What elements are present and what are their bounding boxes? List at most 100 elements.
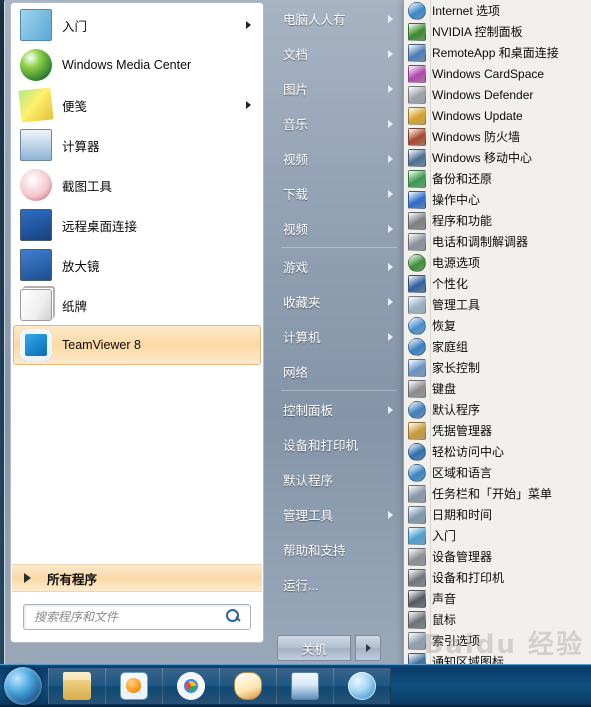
control-panel-item-label: NVIDIA 控制面板	[432, 25, 523, 39]
control-panel-item[interactable]: 轻松访问中心	[404, 441, 591, 462]
solitaire-icon	[20, 289, 52, 321]
control-panel-item[interactable]: 鼠标	[404, 609, 591, 630]
search-box[interactable]	[23, 604, 251, 630]
control-panel-item-label: 家庭组	[432, 340, 469, 354]
system-place-item[interactable]: 文档	[267, 36, 409, 71]
parental-controls-icon	[408, 358, 426, 377]
control-panel-item[interactable]: 默认程序	[404, 399, 591, 420]
control-panel-item-label: 电源选项	[432, 256, 481, 270]
control-panel-item[interactable]: 设备和打印机	[404, 567, 591, 588]
control-panel-item[interactable]: 凭据管理器	[404, 420, 591, 441]
control-panel-item-label: 入门	[432, 529, 457, 543]
system-place-item[interactable]: 游戏	[267, 249, 409, 284]
control-panel-item[interactable]: 设备管理器	[404, 546, 591, 567]
taskbar-startmenu-icon	[408, 484, 426, 503]
control-panel-item[interactable]: 日期和时间	[404, 504, 591, 525]
system-place-item[interactable]: 下载	[267, 176, 409, 211]
windows-media-center-icon	[20, 49, 52, 81]
system-place-item[interactable]: 运行...	[267, 567, 409, 602]
mouse-icon	[408, 610, 426, 629]
control-panel-item-label: 程序和功能	[432, 214, 493, 228]
control-panel-item[interactable]: 操作中心	[404, 189, 591, 210]
system-place-item[interactable]: 管理工具	[267, 497, 409, 532]
system-place-item[interactable]: 设备和打印机	[267, 427, 409, 462]
system-place-item[interactable]: 电脑人人有	[267, 1, 409, 36]
control-panel-item[interactable]: 索引选项	[404, 630, 591, 651]
system-place-item[interactable]: 音乐	[267, 106, 409, 141]
control-panel-item[interactable]: 键盘	[404, 378, 591, 399]
system-place-label: 计算机	[283, 331, 321, 345]
system-place-item[interactable]: 图片	[267, 71, 409, 106]
system-place-item[interactable]: 收藏夹	[267, 284, 409, 319]
submenu-arrow-icon	[388, 189, 393, 198]
nvidia-control-panel-icon	[408, 22, 426, 41]
control-panel-item[interactable]: 电话和调制解调器	[404, 231, 591, 252]
taskbar-button[interactable]	[276, 668, 334, 704]
control-panel-item[interactable]: 家长控制	[404, 357, 591, 378]
system-places-list: 电脑人人有 文档 图片 音乐 视频 下载 视频 游戏 收藏夹 计算机 网络 控制面板 设备和打印机 默认程…	[267, 1, 409, 602]
taskbar-button[interactable]	[105, 668, 163, 704]
keyboard-icon	[408, 379, 426, 398]
shutdown-options-arrow[interactable]	[355, 635, 381, 661]
taskbar-button[interactable]	[219, 668, 277, 704]
system-place-item[interactable]: 网络	[267, 354, 409, 389]
system-place-item[interactable]: 默认程序	[267, 462, 409, 497]
pinned-program-item[interactable]: 便笺	[13, 85, 261, 125]
control-panel-item[interactable]: 区域和语言	[404, 462, 591, 483]
control-panel-item[interactable]: 个性化	[404, 273, 591, 294]
taskbar-button[interactable]	[162, 668, 220, 704]
control-panel-item[interactable]: 任务栏和「开始」菜单	[404, 483, 591, 504]
pinned-program-item[interactable]: 远程桌面连接	[13, 205, 261, 245]
control-panel-item[interactable]: Windows CardSpace	[404, 63, 591, 84]
system-place-label: 图片	[283, 83, 309, 97]
pinned-program-item[interactable]: 纸牌	[13, 285, 261, 325]
all-programs-button[interactable]: 所有程序	[12, 564, 262, 592]
teamviewer-icon	[20, 329, 52, 361]
pinned-program-label: 纸牌	[62, 299, 88, 314]
pinned-program-item[interactable]: Windows Media Center	[13, 45, 261, 85]
control-panel-item[interactable]: 恢复	[404, 315, 591, 336]
internet-explorer-icon	[348, 672, 376, 700]
file-explorer-icon	[63, 672, 91, 700]
windows-cardspace-icon	[408, 64, 426, 83]
region-language-icon	[408, 463, 426, 482]
system-place-item[interactable]: 视频	[267, 141, 409, 176]
control-panel-item[interactable]: 备份和还原	[404, 168, 591, 189]
date-time-icon	[408, 505, 426, 524]
magnifier-app-icon	[20, 249, 52, 281]
system-place-item[interactable]: 计算机	[267, 319, 409, 354]
control-panel-item-label: Internet 选项	[432, 4, 501, 18]
control-panel-item[interactable]: 声音	[404, 588, 591, 609]
system-place-item[interactable]: 视频	[267, 211, 409, 246]
control-panel-taskbar-icon	[291, 672, 319, 700]
control-panel-item[interactable]: Windows Defender	[404, 84, 591, 105]
control-panel-item[interactable]: 程序和功能	[404, 210, 591, 231]
pinned-program-item[interactable]: TeamViewer 8	[13, 325, 261, 365]
control-panel-item[interactable]: 管理工具	[404, 294, 591, 315]
shutdown-button[interactable]: 关机	[277, 635, 351, 661]
windows-start-orb-icon[interactable]	[4, 667, 42, 705]
pinned-program-item[interactable]: 截图工具	[13, 165, 261, 205]
submenu-arrow-icon	[246, 21, 251, 29]
control-panel-item[interactable]: Windows Update	[404, 105, 591, 126]
taskbar-button[interactable]	[48, 668, 106, 704]
pinned-program-item[interactable]: 放大镜	[13, 245, 261, 285]
control-panel-item[interactable]: 入门	[404, 525, 591, 546]
control-panel-item[interactable]: Windows 防火墙	[404, 126, 591, 147]
control-panel-item[interactable]: 电源选项	[404, 252, 591, 273]
submenu-arrow-icon	[388, 84, 393, 93]
system-place-item[interactable]: 帮助和支持	[267, 532, 409, 567]
pinned-program-item[interactable]: 入门	[13, 5, 261, 45]
control-panel-item[interactable]: Windows 移动中心	[404, 147, 591, 168]
pinned-program-label: Windows Media Center	[62, 58, 192, 72]
power-options-icon	[408, 253, 426, 272]
taskbar-button[interactable]	[333, 668, 391, 704]
control-panel-item[interactable]: NVIDIA 控制面板	[404, 21, 591, 42]
control-panel-item[interactable]: RemoteApp 和桌面连接	[404, 42, 591, 63]
control-panel-item[interactable]: 家庭组	[404, 336, 591, 357]
pinned-program-item[interactable]: 计算器	[13, 125, 261, 165]
control-panel-item[interactable]: Internet 选项	[404, 0, 591, 21]
search-input[interactable]	[32, 606, 224, 628]
system-place-item[interactable]: 控制面板	[267, 392, 409, 427]
pinned-programs-list: 入门 Windows Media Center 便笺 计算器 截图工具 远程桌面连接 放大镜…	[11, 5, 263, 365]
